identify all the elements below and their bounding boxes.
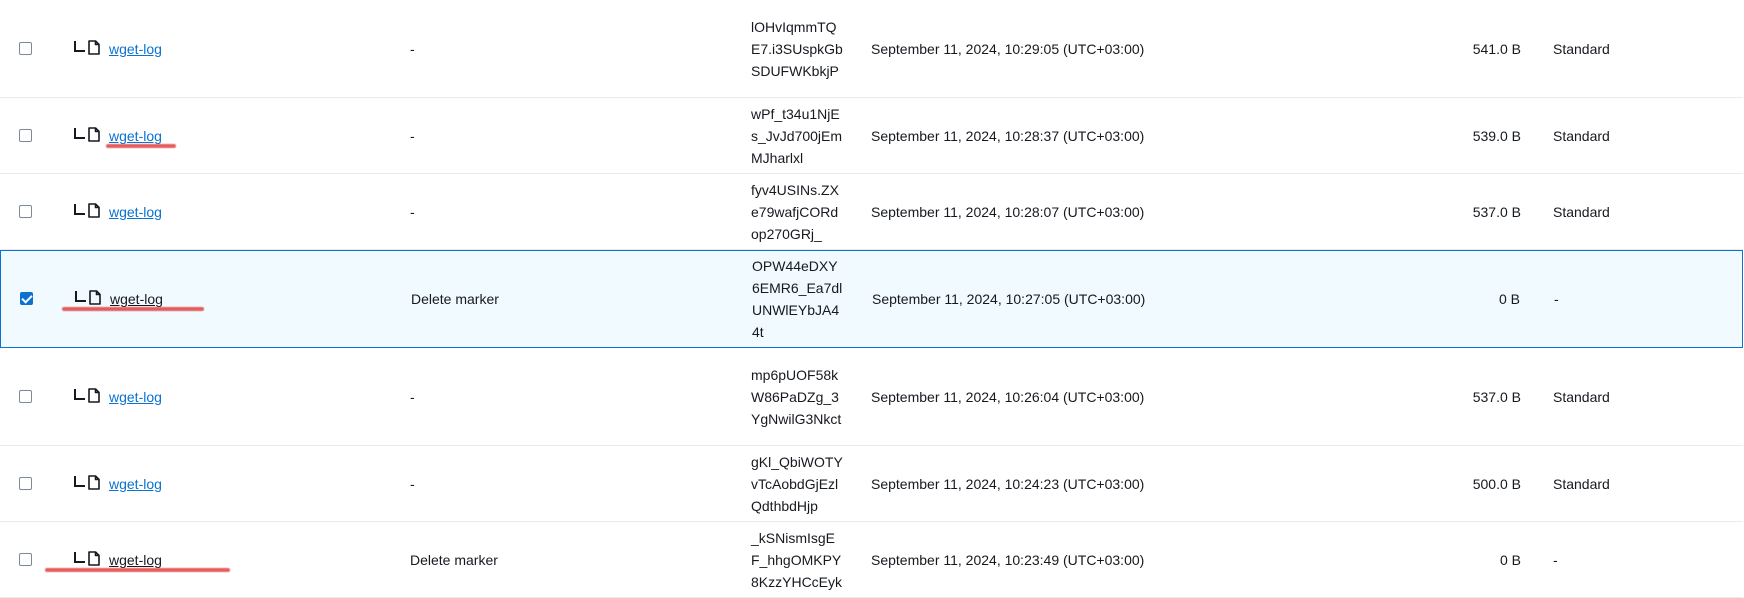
table-row[interactable]: wget-log - gKl_QbiWOTYvTcAobdGjEzlQdthbd…: [0, 446, 1743, 522]
version-id: OPW44eDXY6EMR6_Ea7dlUNWlEYbJA44t: [752, 258, 843, 340]
version-id: mp6pUOF58kW86PaDZg_3YgNwilG3Nkct: [751, 366, 842, 427]
object-name-link[interactable]: wget-log: [109, 389, 162, 405]
version-id: wPf_t34u1NjEs_JvJd700jEmMJharlxl: [751, 105, 843, 166]
object-name-link[interactable]: wget-log: [109, 41, 162, 57]
version-type: -: [410, 127, 415, 144]
storage-class: Standard: [1553, 40, 1610, 57]
object-name-link[interactable]: wget-log: [109, 128, 162, 144]
last-modified: September 11, 2024, 10:28:07 (UTC+03:00): [871, 203, 1145, 220]
tree-branch-icon: [74, 40, 85, 52]
storage-class: Standard: [1553, 203, 1610, 220]
file-icon: [88, 474, 100, 490]
tree-branch-icon: [74, 127, 85, 139]
version-type: Delete marker: [410, 551, 498, 568]
table-row[interactable]: wget-log Delete marker _kSNismIsgEF_hhgO…: [0, 522, 1743, 598]
object-size: 537.0 B: [1472, 203, 1521, 220]
file-icon: [88, 387, 100, 403]
versions-table: wget-log - lOHvIqmmTQE7.i3SUspkGbSDUFWKb…: [0, 0, 1744, 598]
object-size: 539.0 B: [1472, 127, 1521, 144]
tree-branch-icon: [74, 203, 85, 215]
file-icon: [89, 290, 101, 305]
last-modified: September 11, 2024, 10:27:05 (UTC+03:00): [872, 291, 1146, 307]
table-row[interactable]: wget-log - fyv4USINs.ZXe79wafjCORdop270G…: [0, 174, 1743, 250]
tree-branch-icon: [74, 475, 85, 487]
row-checkbox[interactable]: [19, 476, 32, 490]
file-icon: [88, 39, 100, 55]
table-row[interactable]: wget-log - wPf_t34u1NjEs_JvJd700jEmMJhar…: [0, 98, 1743, 174]
storage-class: -: [1553, 551, 1558, 568]
storage-class: Standard: [1553, 127, 1610, 144]
object-name-link[interactable]: wget-log: [109, 204, 162, 220]
red-underline-annotation: [62, 307, 204, 311]
object-size: 541.0 B: [1472, 40, 1521, 57]
row-checkbox-checked[interactable]: [20, 292, 33, 305]
table-row-selected[interactable]: wget-log Delete marker OPW44eDXY6EMR6_Ea…: [0, 250, 1743, 348]
last-modified: September 11, 2024, 10:23:49 (UTC+03:00): [871, 551, 1145, 568]
object-name: wget-log: [110, 291, 163, 307]
last-modified: September 11, 2024, 10:29:05 (UTC+03:00): [871, 40, 1145, 57]
row-checkbox[interactable]: [19, 128, 32, 142]
row-checkbox[interactable]: [19, 552, 32, 566]
table-row[interactable]: wget-log - mp6pUOF58kW86PaDZg_3YgNwilG3N…: [0, 348, 1743, 446]
object-size: 537.0 B: [1472, 388, 1521, 405]
version-id: lOHvIqmmTQE7.i3SUspkGbSDUFWKbkjP: [751, 18, 843, 79]
version-id: _kSNismIsgEF_hhgOMKPY8KzzYHCcEyk: [751, 529, 843, 590]
file-icon: [88, 550, 100, 566]
version-type: -: [410, 40, 415, 57]
object-size: 0 B: [1499, 551, 1521, 568]
table-row[interactable]: wget-log - lOHvIqmmTQE7.i3SUspkGbSDUFWKb…: [0, 0, 1743, 98]
tree-branch-icon: [75, 291, 86, 302]
last-modified: September 11, 2024, 10:26:04 (UTC+03:00): [871, 388, 1145, 405]
storage-class: Standard: [1553, 388, 1610, 405]
row-checkbox[interactable]: [19, 389, 32, 403]
object-size: 500.0 B: [1472, 475, 1521, 492]
object-name-link[interactable]: wget-log: [109, 476, 162, 492]
version-id: gKl_QbiWOTYvTcAobdGjEzlQdthbdHjp: [751, 453, 843, 514]
red-underline-annotation: [106, 143, 176, 148]
last-modified: September 11, 2024, 10:28:37 (UTC+03:00): [871, 127, 1145, 144]
storage-class: Standard: [1553, 475, 1610, 492]
last-modified: September 11, 2024, 10:24:23 (UTC+03:00): [871, 475, 1145, 492]
row-checkbox[interactable]: [19, 204, 32, 218]
version-type: -: [410, 203, 415, 220]
tree-branch-icon: [74, 551, 85, 563]
tree-branch-icon: [74, 388, 85, 400]
row-checkbox[interactable]: [19, 41, 32, 55]
version-type: -: [410, 388, 415, 405]
version-type: Delete marker: [411, 291, 499, 307]
storage-class: -: [1554, 291, 1559, 307]
version-type: -: [410, 475, 415, 492]
file-icon: [88, 126, 100, 142]
object-size: 0 B: [1498, 291, 1520, 307]
red-underline-annotation: [45, 567, 230, 572]
version-id: fyv4USINs.ZXe79wafjCORdop270GRj_: [751, 181, 839, 242]
file-icon: [88, 202, 100, 218]
object-name: wget-log: [109, 551, 162, 568]
